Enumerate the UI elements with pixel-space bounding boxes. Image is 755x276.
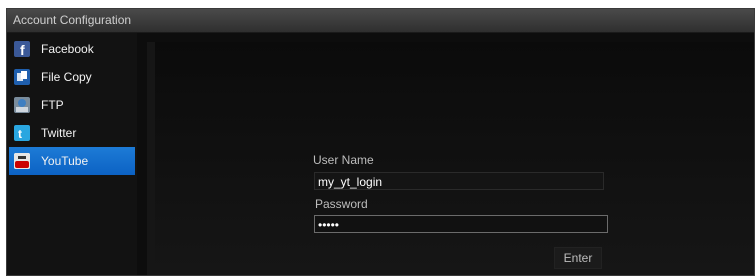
- facebook-icon: f: [14, 41, 30, 57]
- sidebar-item-label: Facebook: [41, 42, 94, 56]
- twitter-icon: t: [14, 125, 30, 141]
- username-label: User Name: [313, 153, 374, 167]
- login-panel: User Name my_yt_login Password ••••• Ent…: [155, 42, 754, 275]
- content-area: User Name my_yt_login Password ••••• Ent…: [147, 42, 754, 275]
- sidebar: f Facebook File Copy FTP t Twitter YouTu…: [7, 33, 137, 275]
- enter-button[interactable]: Enter: [554, 247, 602, 269]
- sidebar-item-label: FTP: [41, 98, 64, 112]
- sidebar-item-label: YouTube: [41, 154, 89, 168]
- username-field[interactable]: my_yt_login: [314, 172, 604, 190]
- ftp-icon: [14, 97, 30, 113]
- sidebar-item-label: File Copy: [41, 70, 92, 84]
- sidebar-item-twitter[interactable]: t Twitter: [9, 119, 135, 147]
- title-bar: Account Configuration: [7, 9, 754, 33]
- account-configuration-window: Account Configuration f Facebook File Co…: [6, 8, 755, 276]
- sidebar-item-ftp[interactable]: FTP: [9, 91, 135, 119]
- youtube-icon: [14, 153, 30, 169]
- password-label: Password: [315, 197, 368, 211]
- sidebar-item-label: Twitter: [41, 126, 77, 140]
- sidebar-item-facebook[interactable]: f Facebook: [9, 35, 135, 63]
- window-title: Account Configuration: [13, 13, 132, 27]
- file-copy-icon: [14, 69, 30, 85]
- password-field[interactable]: •••••: [314, 215, 608, 233]
- svg-text:f: f: [20, 42, 25, 57]
- svg-text:t: t: [18, 127, 22, 141]
- sidebar-item-youtube[interactable]: YouTube: [9, 147, 135, 175]
- sidebar-item-file-copy[interactable]: File Copy: [9, 63, 135, 91]
